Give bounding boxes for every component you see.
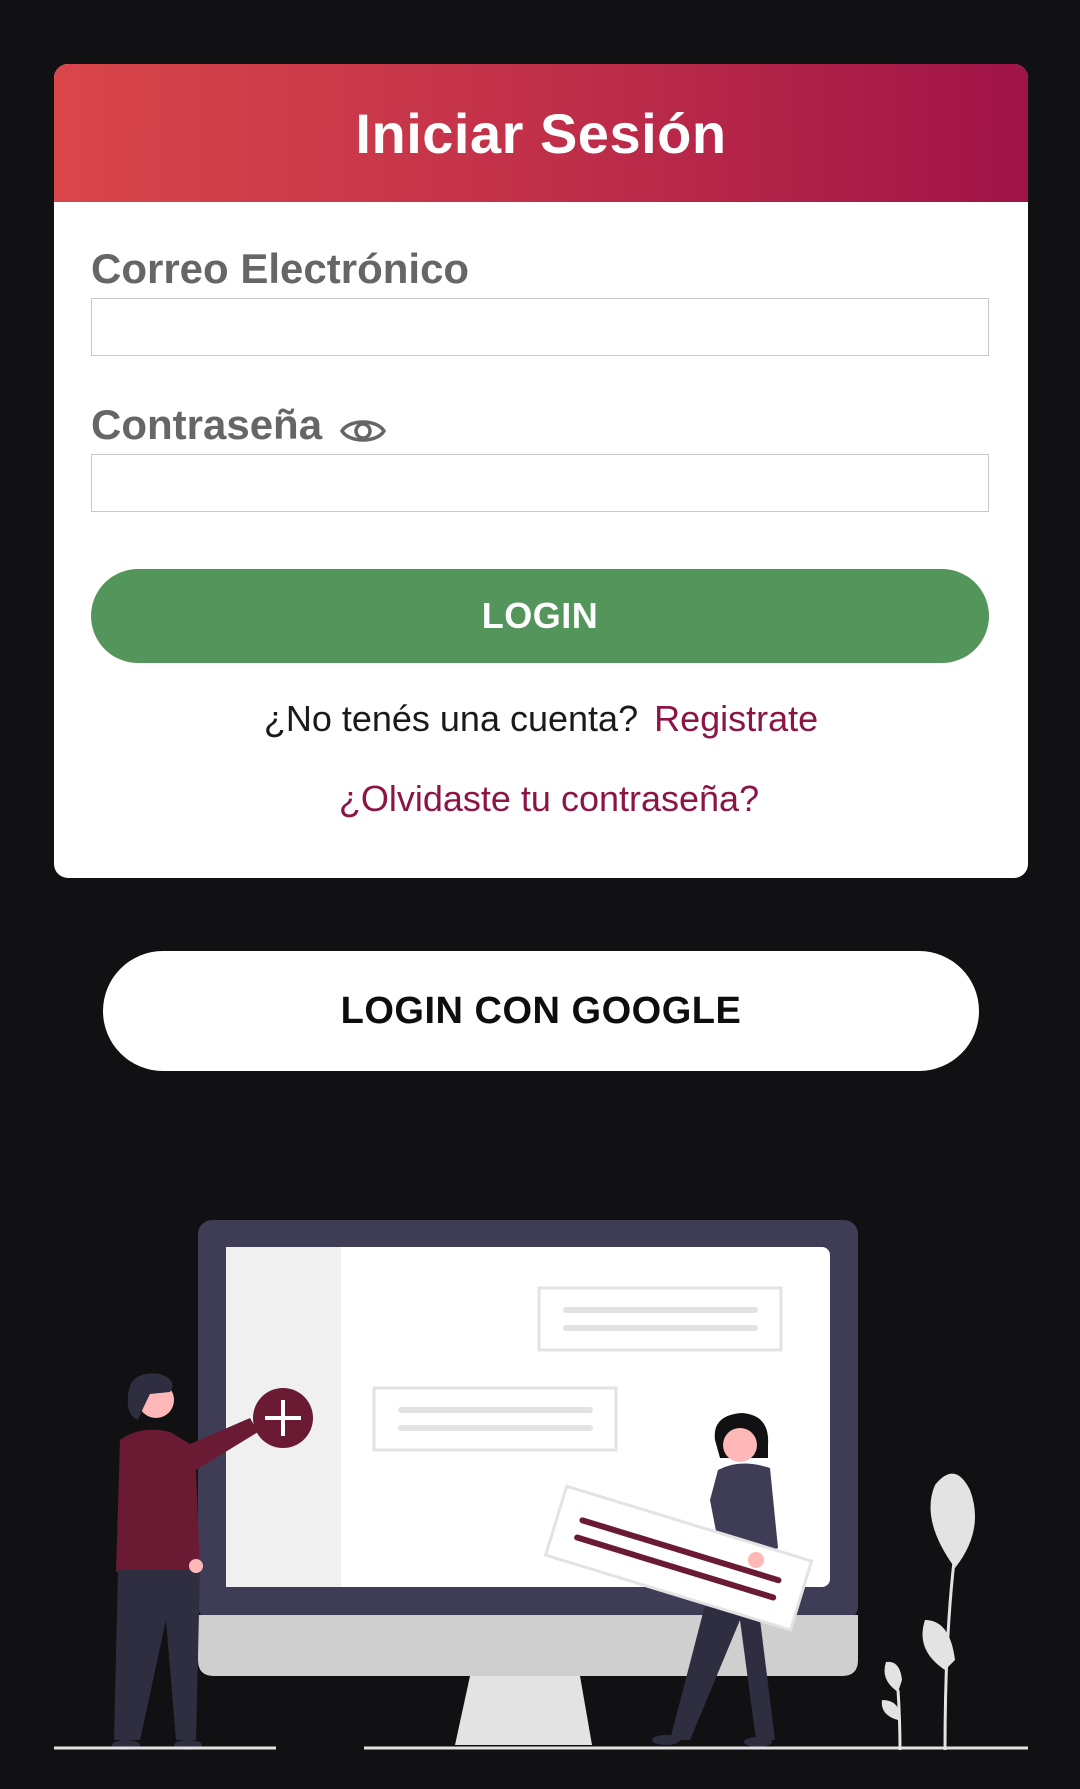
register-prompt: ¿No tenés una cuenta? (263, 698, 639, 739)
password-label-text: Contraseña (91, 401, 323, 448)
login-card: Iniciar Sesión Correo Electrónico Contra… (54, 64, 1028, 878)
plus-icon (253, 1388, 313, 1448)
login-button[interactable]: LOGIN (91, 569, 989, 663)
forgot-row: ¿Olvidaste tu contraseña? (54, 778, 1028, 820)
illustration (54, 1220, 1028, 1751)
email-label-text: Correo Electrónico (91, 245, 470, 292)
register-link[interactable]: Registrate (654, 698, 818, 739)
google-login-button[interactable]: LOGIN CON GOOGLE (103, 951, 979, 1071)
email-field[interactable] (91, 298, 989, 356)
page-title: Iniciar Sesión (355, 101, 727, 165)
password-field[interactable] (91, 454, 989, 512)
register-row: ¿No tenés una cuenta? Registrate (54, 698, 1028, 740)
password-label: Contraseña (91, 401, 387, 449)
login-card-header: Iniciar Sesión (54, 64, 1028, 202)
email-label: Correo Electrónico (91, 245, 469, 293)
forgot-password-link[interactable]: ¿Olvidaste tu contraseña? (339, 778, 759, 819)
woman-hand (748, 1552, 764, 1568)
plant-graphic (881, 1473, 975, 1751)
login-page: Iniciar Sesión Correo Electrónico Contra… (0, 0, 1080, 1789)
eye-icon[interactable] (340, 409, 387, 442)
